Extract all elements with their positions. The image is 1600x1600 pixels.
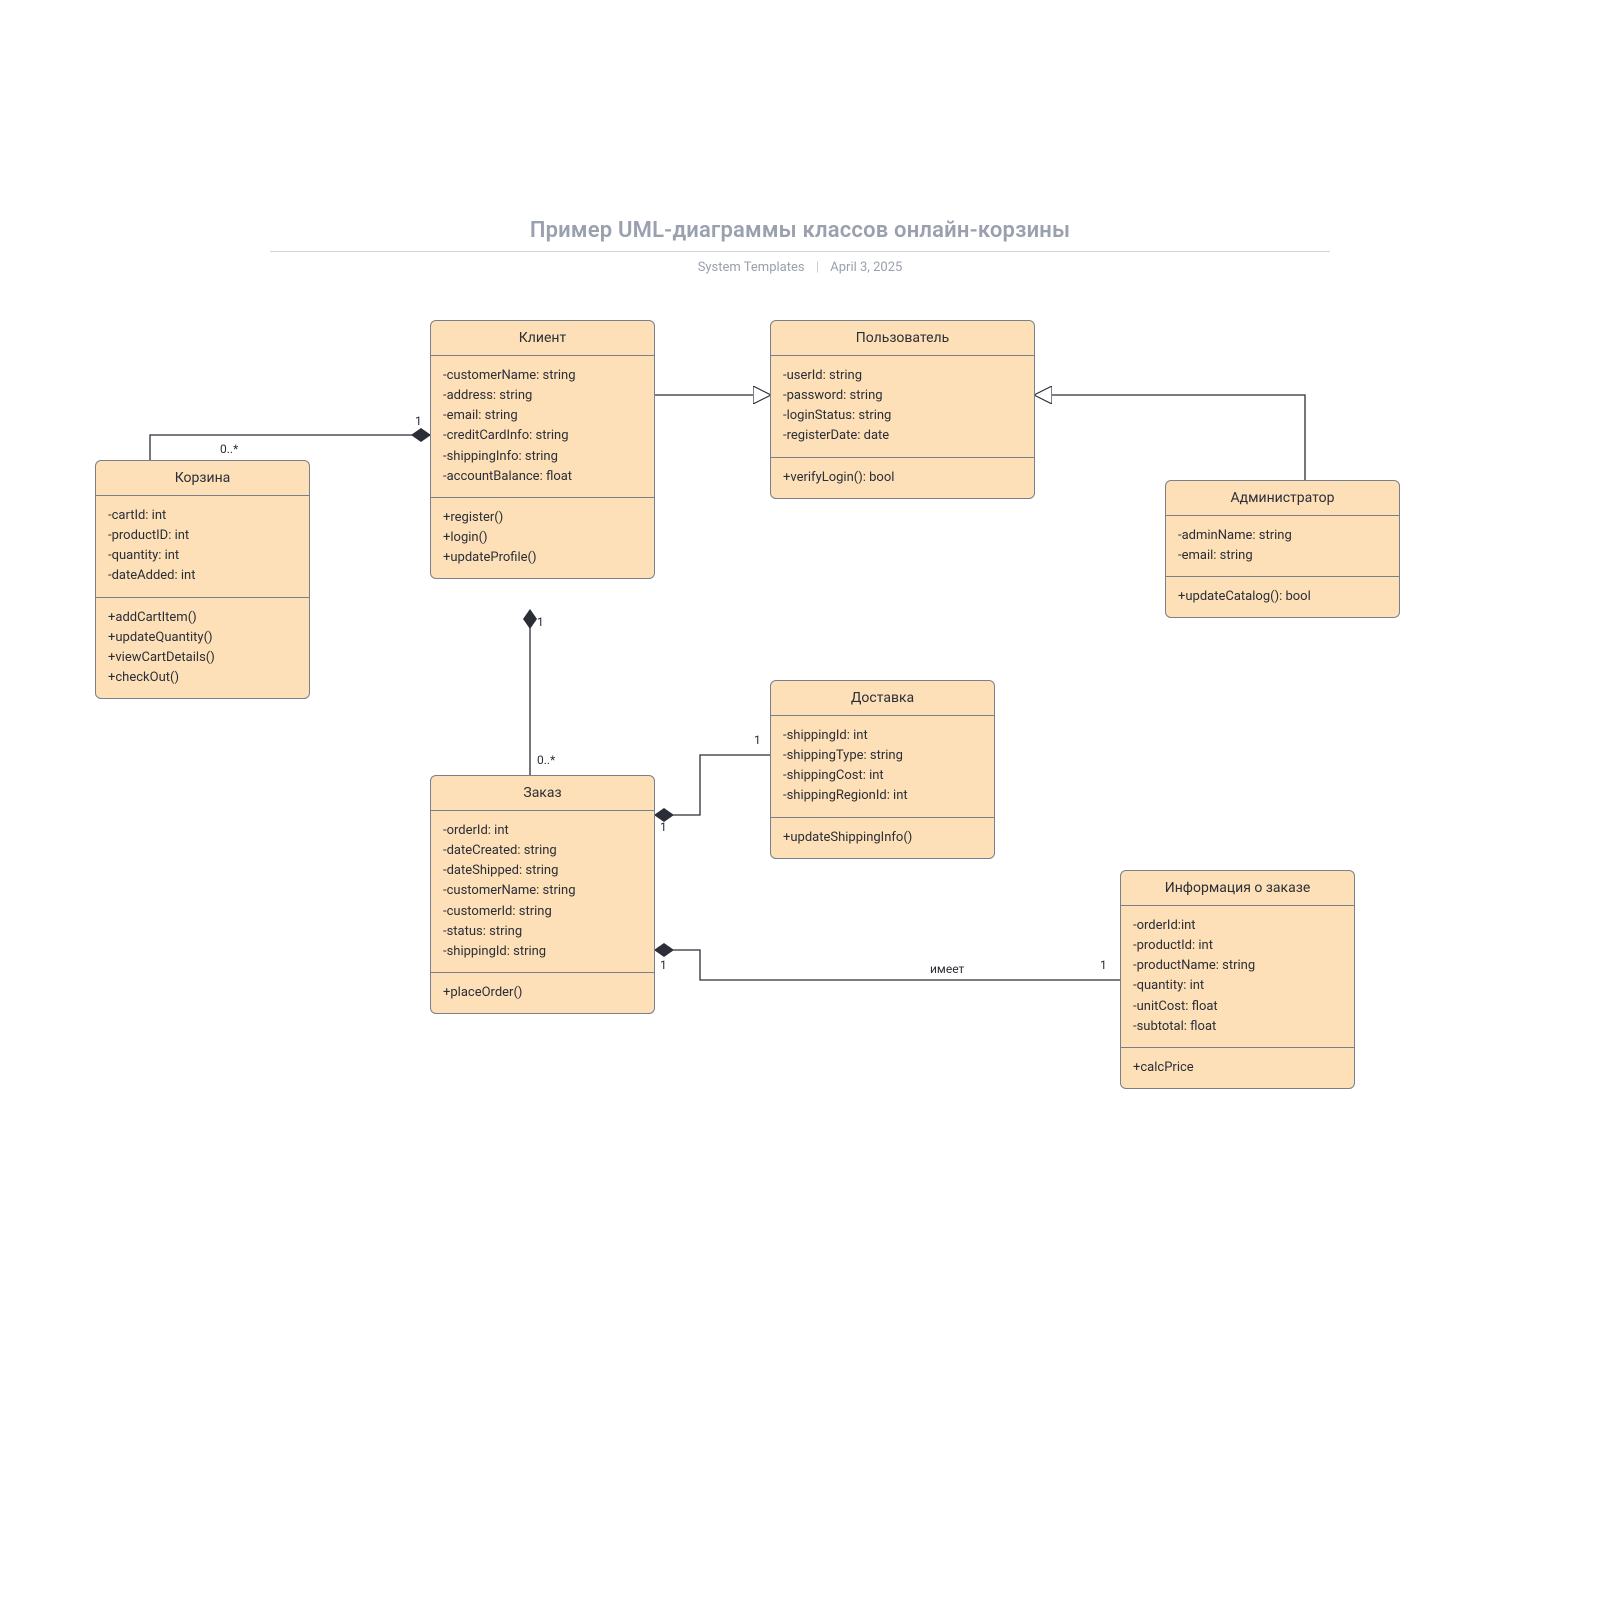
class-methods: +calcPrice xyxy=(1121,1048,1354,1088)
class-orderinfo: Информация о заказе -orderId:int-product… xyxy=(1120,870,1355,1089)
class-member: -customerName: string xyxy=(443,881,642,901)
class-attrs: -orderId:int-productId: int-productName:… xyxy=(1121,906,1354,1048)
class-member: -shippingCost: int xyxy=(783,766,982,786)
class-member: -shippingId: string xyxy=(443,942,642,962)
class-admin: Администратор -adminName: string-email: … xyxy=(1165,480,1400,618)
subtitle-separator: | xyxy=(816,260,819,275)
class-member: -shippingRegionId: int xyxy=(783,786,982,806)
class-member: -subtotal: float xyxy=(1133,1017,1342,1037)
class-member: +checkOut() xyxy=(108,668,297,688)
class-member: -status: string xyxy=(443,922,642,942)
class-member: -dateCreated: string xyxy=(443,841,642,861)
diagram-subtitle: System Templates | April 3, 2025 xyxy=(0,260,1600,275)
subtitle-author: System Templates xyxy=(698,260,805,275)
class-zakaz: Заказ -orderId: int-dateCreated: string-… xyxy=(430,775,655,1014)
class-attrs: -orderId: int-dateCreated: string-dateSh… xyxy=(431,811,654,973)
class-korzina: Корзина -cartId: int-productID: int-quan… xyxy=(95,460,310,699)
class-name: Заказ xyxy=(431,776,654,811)
mult-klient-b: 1 xyxy=(537,615,544,629)
edge-has-label: имеет xyxy=(930,962,964,976)
class-member: +login() xyxy=(443,528,642,548)
class-member: +verifyLogin(): bool xyxy=(783,468,1022,488)
class-member: -userId: string xyxy=(783,366,1022,386)
class-member: -password: string xyxy=(783,386,1022,406)
class-member: +calcPrice xyxy=(1133,1058,1342,1078)
class-member: +addCartItem() xyxy=(108,608,297,628)
mult-korzina: 0..* xyxy=(220,442,238,456)
class-methods: +updateShippingInfo() xyxy=(771,818,994,858)
mult-klient-a: 1 xyxy=(415,414,422,428)
class-member: -email: string xyxy=(1178,546,1387,566)
class-name: Информация о заказе xyxy=(1121,871,1354,906)
class-member: +updateProfile() xyxy=(443,548,642,568)
class-member: -email: string xyxy=(443,406,642,426)
class-name: Пользователь xyxy=(771,321,1034,356)
class-attrs: -userId: string-password: string-loginSt… xyxy=(771,356,1034,458)
class-member: +placeOrder() xyxy=(443,983,642,1003)
class-member: +register() xyxy=(443,508,642,528)
class-name: Корзина xyxy=(96,461,309,496)
class-klient: Клиент -customerName: string-address: st… xyxy=(430,320,655,579)
diagram-canvas: Пример UML-диаграммы классов онлайн-корз… xyxy=(0,0,1600,1600)
diagram-title: Пример UML-диаграммы классов онлайн-корз… xyxy=(270,218,1330,252)
class-member: +updateQuantity() xyxy=(108,628,297,648)
class-member: -productID: int xyxy=(108,526,297,546)
mult-ship: 1 xyxy=(754,733,761,747)
subtitle-date: April 3, 2025 xyxy=(830,260,902,275)
class-member: -orderId: int xyxy=(443,821,642,841)
class-methods: +placeOrder() xyxy=(431,973,654,1013)
class-member: -cartId: int xyxy=(108,506,297,526)
class-member: +viewCartDetails() xyxy=(108,648,297,668)
mult-zakaz-ship: 1 xyxy=(660,820,667,834)
class-member: -loginStatus: string xyxy=(783,406,1022,426)
class-member: +updateShippingInfo() xyxy=(783,828,982,848)
class-attrs: -shippingId: int-shippingType: string-sh… xyxy=(771,716,994,818)
class-attrs: -cartId: int-productID: int-quantity: in… xyxy=(96,496,309,598)
class-member: -dateAdded: int xyxy=(108,566,297,586)
class-member: -shippingId: int xyxy=(783,726,982,746)
class-member: -address: string xyxy=(443,386,642,406)
class-member: +updateCatalog(): bool xyxy=(1178,587,1387,607)
class-user: Пользователь -userId: string-password: s… xyxy=(770,320,1035,499)
class-methods: +addCartItem()+updateQuantity()+viewCart… xyxy=(96,598,309,699)
class-member: -shippingInfo: string xyxy=(443,447,642,467)
class-name: Доставка xyxy=(771,681,994,716)
class-methods: +verifyLogin(): bool xyxy=(771,458,1034,498)
mult-zakaz-info: 1 xyxy=(660,958,667,972)
class-member: -dateShipped: string xyxy=(443,861,642,881)
class-member: -productName: string xyxy=(1133,956,1342,976)
class-member: -productId: int xyxy=(1133,936,1342,956)
class-member: -accountBalance: float xyxy=(443,467,642,487)
class-methods: +updateCatalog(): bool xyxy=(1166,577,1399,617)
class-member: -quantity: int xyxy=(1133,976,1342,996)
diagram-header: Пример UML-диаграммы классов онлайн-корз… xyxy=(0,218,1600,275)
mult-info: 1 xyxy=(1100,958,1107,972)
class-member: -customerName: string xyxy=(443,366,642,386)
class-member: -creditCardInfo: string xyxy=(443,426,642,446)
class-member: -registerDate: date xyxy=(783,426,1022,446)
class-member: -quantity: int xyxy=(108,546,297,566)
class-attrs: -adminName: string-email: string xyxy=(1166,516,1399,577)
class-attrs: -customerName: string-address: string-em… xyxy=(431,356,654,498)
class-member: -unitCost: float xyxy=(1133,997,1342,1017)
class-member: -customerId: string xyxy=(443,902,642,922)
class-member: -orderId:int xyxy=(1133,916,1342,936)
class-dostavka: Доставка -shippingId: int-shippingType: … xyxy=(770,680,995,859)
class-member: -shippingType: string xyxy=(783,746,982,766)
mult-zakaz: 0..* xyxy=(537,753,555,767)
class-methods: +register()+login()+updateProfile() xyxy=(431,498,654,578)
class-name: Клиент xyxy=(431,321,654,356)
class-member: -adminName: string xyxy=(1178,526,1387,546)
class-name: Администратор xyxy=(1166,481,1399,516)
